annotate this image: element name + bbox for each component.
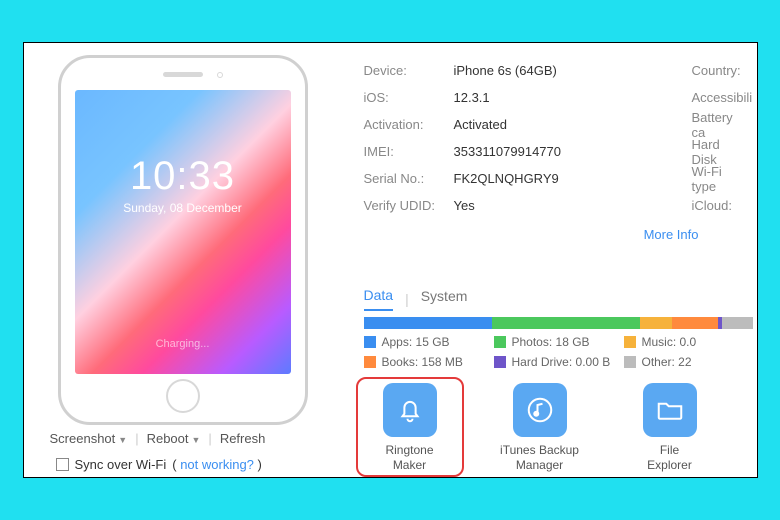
tool-label: FileExplorer [647,443,692,473]
phone-home-button [166,379,200,413]
separator: | [405,291,409,307]
storage-seg-apps [364,317,493,329]
tools-row: RingtoneMaker iTunes BackupManager FileE… [368,383,712,473]
storage-legend: Apps: 15 GB Photos: 18 GB Music: 0.0 Boo… [364,335,754,375]
chevron-down-icon: ▼ [192,435,201,445]
phone-charging-status: Charging... [156,338,210,350]
refresh-button[interactable]: Refresh [220,431,266,446]
phone-date: Sunday, 08 December [123,201,242,215]
info-value: 12.3.1 [454,90,490,105]
storage-bar [364,317,754,329]
swatch-icon [494,356,506,368]
sync-hint: ( not working? ) [172,457,262,472]
phone-mockup: 10:33 Sunday, 08 December Charging... [58,55,308,425]
bell-icon [383,383,437,437]
info-label: Country: [692,63,741,78]
phone-camera [217,72,223,78]
info-row: Verify UDID: Yes iCloud: [364,192,744,219]
sync-checkbox[interactable] [56,458,69,471]
folder-icon [643,383,697,437]
main-panel: 10:33 Sunday, 08 December Charging... Sc… [23,42,758,478]
phone-controls: Screenshot▼ | Reboot▼ | Refresh [50,431,266,446]
info-label: Device: [364,63,454,78]
phone-time: 10:33 [130,154,235,199]
ringtone-highlight: RingtoneMaker [356,377,464,477]
chevron-down-icon: ▼ [118,435,127,445]
storage-seg-music [640,317,671,329]
more-info-link[interactable]: More Info [644,227,699,242]
info-value: Activated [454,117,507,132]
info-label: iOS: [364,90,454,105]
reboot-button[interactable]: Reboot▼ [147,431,201,446]
legend-item: Music: 0.0 [624,335,754,349]
info-label: IMEI: [364,144,454,159]
tool-label: iTunes BackupManager [500,443,579,473]
itunes-backup-button[interactable]: iTunes BackupManager [498,383,582,473]
tool-label: RingtoneMaker [385,443,433,473]
info-row: IMEI: 353311079914770 Hard Disk [364,138,744,165]
sync-label: Sync over Wi-Fi [75,457,167,472]
phone-screen: 10:33 Sunday, 08 December Charging... [75,90,291,374]
storage-seg-photos [492,317,640,329]
swatch-icon [624,336,636,348]
info-label: iCloud: [692,198,732,213]
file-explorer-button[interactable]: FileExplorer [628,383,712,473]
tabs: Data | System [364,287,468,311]
legend-row: Books: 158 MB Hard Drive: 0.00 B Other: … [364,355,754,369]
legend-item: Other: 22 [624,355,754,369]
separator: | [208,431,211,446]
music-note-icon [513,383,567,437]
not-working-link[interactable]: not working? [180,457,254,472]
phone-speaker [163,72,203,77]
legend-item: Hard Drive: 0.00 B [494,355,624,369]
legend-item: Books: 158 MB [364,355,494,369]
sync-row: Sync over Wi-Fi ( not working? ) [56,457,262,472]
info-value: 353311079914770 [454,144,562,159]
tab-data[interactable]: Data [364,287,394,311]
swatch-icon [494,336,506,348]
storage-seg-other [722,317,753,329]
info-label: Activation: [364,117,454,132]
screenshot-button[interactable]: Screenshot▼ [50,431,128,446]
ringtone-maker-button[interactable]: RingtoneMaker [368,383,452,473]
info-row: iOS: 12.3.1 Accessibili [364,84,744,111]
legend-item: Apps: 15 GB [364,335,494,349]
swatch-icon [364,336,376,348]
info-label: Verify UDID: [364,198,454,213]
storage-seg-books [672,317,719,329]
more-info-row: More Info [364,227,744,242]
info-row: Device: iPhone 6s (64GB) Country: [364,57,744,84]
swatch-icon [624,356,636,368]
info-label: Accessibili [692,90,753,105]
tab-system[interactable]: System [421,288,468,310]
legend-item: Photos: 18 GB [494,335,624,349]
legend-row: Apps: 15 GB Photos: 18 GB Music: 0.0 [364,335,754,349]
info-row: Serial No.: FK2QLNQHGRY9 Wi-Fi type [364,165,744,192]
swatch-icon [364,356,376,368]
info-value: Yes [454,198,475,213]
separator: | [135,431,138,446]
info-value: FK2QLNQHGRY9 [454,171,559,186]
info-label: Hard Disk [692,137,744,167]
phone-frame: 10:33 Sunday, 08 December Charging... [58,55,308,425]
device-info: Device: iPhone 6s (64GB) Country: iOS: 1… [364,57,744,242]
info-label: Serial No.: [364,171,454,186]
info-label: Battery ca [692,110,744,140]
info-label: Wi-Fi type [692,164,744,194]
info-value: iPhone 6s (64GB) [454,63,557,78]
info-row: Activation: Activated Battery ca [364,111,744,138]
